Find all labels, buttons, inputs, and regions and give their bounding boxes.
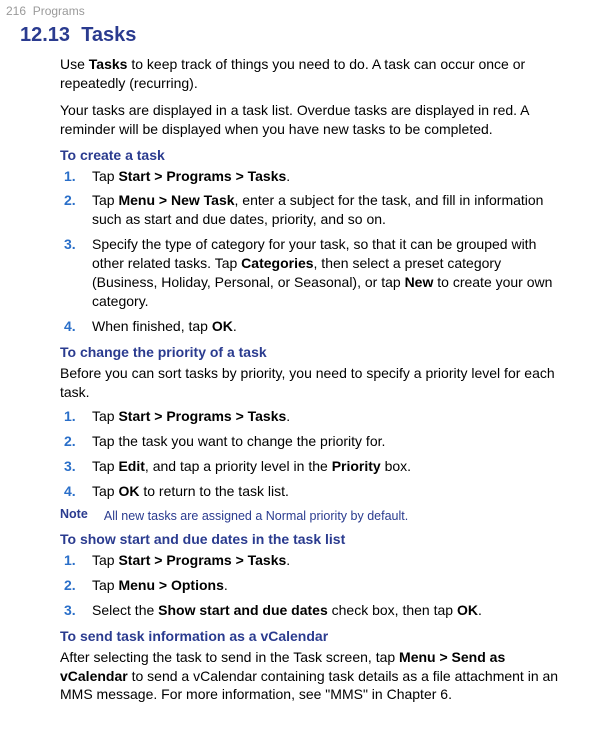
- text: to send a vCalendar containing task deta…: [60, 668, 558, 703]
- text: .: [286, 552, 290, 568]
- text: Tap: [92, 168, 118, 184]
- text: Tap: [92, 408, 118, 424]
- list-item: 4.When finished, tap OK.: [88, 317, 563, 336]
- section-number: 12.13: [20, 24, 70, 46]
- text: .: [478, 602, 482, 618]
- text-bold: Start > Programs > Tasks: [118, 168, 286, 184]
- list-item: 2.Tap Menu > Options.: [88, 576, 563, 595]
- text: Tap: [92, 458, 118, 474]
- text: .: [224, 577, 228, 593]
- list-item: 1.Tap Start > Programs > Tasks.: [88, 551, 563, 570]
- heading-vcalendar: To send task information as a vCalendar: [60, 628, 563, 644]
- text-bold: Show start and due dates: [158, 602, 328, 618]
- list-item: 4.Tap OK to return to the task list.: [88, 482, 563, 501]
- step-number: 3.: [64, 235, 76, 254]
- step-number: 2.: [64, 576, 76, 595]
- intro-para-2: Your tasks are displayed in a task list.…: [60, 101, 563, 139]
- text: Tap the task you want to change the prio…: [92, 433, 385, 449]
- section-title: 12.13 Tasks: [20, 24, 573, 47]
- vcalendar-para: After selecting the task to send in the …: [60, 648, 563, 705]
- text-bold: Categories: [241, 255, 313, 271]
- text: check box, then tap: [328, 602, 457, 618]
- intro-para-1: Use Tasks to keep track of things you ne…: [60, 55, 563, 93]
- text-bold: Edit: [118, 458, 144, 474]
- text-bold: OK: [457, 602, 478, 618]
- step-number: 1.: [64, 551, 76, 570]
- page-header: 216 Programs: [0, 0, 573, 18]
- step-number: 2.: [64, 432, 76, 451]
- step-number: 4.: [64, 482, 76, 501]
- text: When finished, tap: [92, 318, 212, 334]
- text: After selecting the task to send in the …: [60, 649, 399, 665]
- list-item: 1.Tap Start > Programs > Tasks.: [88, 407, 563, 426]
- text: Tap: [92, 552, 118, 568]
- page: 216 Programs 12.13 Tasks Use Tasks to ke…: [0, 0, 589, 704]
- step-number: 4.: [64, 317, 76, 336]
- chapter-name: Programs: [33, 4, 85, 18]
- text: .: [286, 168, 290, 184]
- steps-show-dates: 1. Tap Start > Programs > Tasks. 2. Tap Me…: [60, 551, 563, 620]
- page-number: 216: [6, 4, 26, 18]
- text-bold: Start > Programs > Tasks: [118, 552, 286, 568]
- step-number: 1.: [64, 407, 76, 426]
- note: Note All new tasks are assigned a Normal…: [60, 507, 563, 523]
- list-item: 3.Specify the type of category for your …: [88, 235, 563, 311]
- step-number: 3.: [64, 457, 76, 476]
- priority-intro: Before you can sort tasks by priority, y…: [60, 364, 563, 402]
- text: Select the: [92, 602, 158, 618]
- text: .: [286, 408, 290, 424]
- list-item: 1.Tap Start > Programs > Tasks.: [88, 167, 563, 186]
- note-label: Note: [60, 507, 100, 521]
- heading-change-priority: To change the priority of a task: [60, 344, 563, 360]
- text: .: [233, 318, 237, 334]
- text-bold: New: [405, 274, 434, 290]
- heading-show-dates: To show start and due dates in the task …: [60, 531, 563, 547]
- text-bold: Menu > Options: [118, 577, 223, 593]
- section-name: Tasks: [81, 24, 136, 46]
- list-item: 3.Tap Edit, and tap a priority level in …: [88, 457, 563, 476]
- text-bold: OK: [118, 483, 139, 499]
- step-number: 3.: [64, 601, 76, 620]
- text: Tap: [92, 192, 118, 208]
- text-bold: OK: [212, 318, 233, 334]
- text: , and tap a priority level in the: [145, 458, 332, 474]
- text-bold: Priority: [332, 458, 381, 474]
- list-item: 2.Tap Menu > New Task, enter a subject f…: [88, 191, 563, 229]
- text-bold: Start > Programs > Tasks: [118, 408, 286, 424]
- text: Tap: [92, 483, 118, 499]
- text-bold: Menu > New Task: [118, 192, 234, 208]
- list-item: 3.Select the Show start and due dates ch…: [88, 601, 563, 620]
- text: to return to the task list.: [139, 483, 288, 499]
- text: to keep track of things you need to do. …: [60, 56, 525, 91]
- text-bold: Tasks: [89, 56, 128, 72]
- text: Use: [60, 56, 89, 72]
- list-item: 2.Tap the task you want to change the pr…: [88, 432, 563, 451]
- body: Use Tasks to keep track of things you ne…: [60, 55, 563, 704]
- step-number: 1.: [64, 167, 76, 186]
- heading-create-task: To create a task: [60, 147, 563, 163]
- step-number: 2.: [64, 191, 76, 210]
- text: box.: [381, 458, 411, 474]
- steps-create-task: 1.Tap Start > Programs > Tasks. 2.Tap Me…: [60, 167, 563, 336]
- note-text: All new tasks are assigned a Normal prio…: [104, 509, 408, 523]
- text: Tap: [92, 577, 118, 593]
- steps-change-priority: 1.Tap Start > Programs > Tasks. 2.Tap th…: [60, 407, 563, 501]
